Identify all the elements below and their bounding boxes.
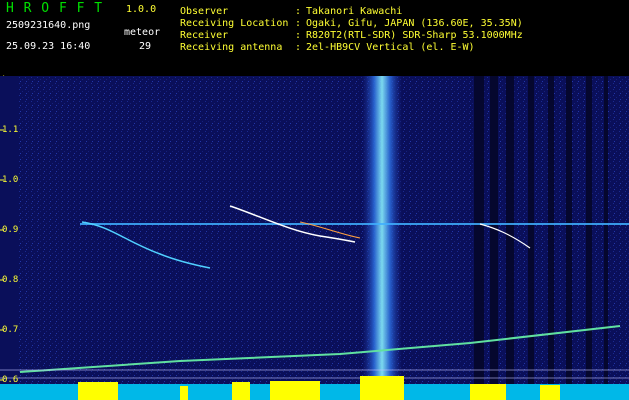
receiver-key: Receiver — [180, 30, 229, 41]
receiver-value: R820T2(RTL-SDR) SDR-Sharp 53.1000MHz — [306, 30, 523, 41]
location-value: Ogaki, Gifu, JAPAN (136.60E, 35.35N) — [306, 18, 523, 29]
freq-tick-label: 0.8 — [2, 275, 19, 285]
freq-tick-label: 0.7 — [2, 325, 19, 335]
antenna-sep: : — [295, 42, 302, 53]
meteor-label: meteor — [124, 27, 161, 38]
observer-value: Takanori Kawachi — [306, 6, 403, 17]
broadband-noise-band — [362, 76, 402, 384]
observer-key: Observer — [180, 6, 229, 17]
file-name: 2509231640.png — [6, 20, 91, 31]
header-panel: H R O F F T 1.0.0 2509231640.png meteor … — [0, 0, 629, 75]
freq-tick-label: 0.6 — [2, 375, 19, 385]
location-key: Receiving Location — [180, 18, 289, 29]
receiver-sep: : — [295, 30, 302, 41]
app-version: 1.0.0 — [126, 4, 157, 15]
meteor-count: 29 — [139, 41, 152, 52]
freq-tick-label: 1.1 — [2, 125, 19, 135]
observer-sep: : — [295, 6, 302, 17]
antenna-key: Receiving antenna — [180, 42, 283, 53]
antenna-value: 2el-HB9CV Vertical (el. E-W) — [306, 42, 475, 53]
location-sep: : — [295, 18, 302, 29]
spectrogram — [0, 76, 629, 400]
freq-tick-label: 0.9 — [2, 225, 19, 235]
freq-tick-label: 1.0 — [2, 175, 19, 185]
date-time: 25.09.23 16:40 — [6, 41, 91, 52]
app-title: H R O F F T — [6, 1, 104, 16]
